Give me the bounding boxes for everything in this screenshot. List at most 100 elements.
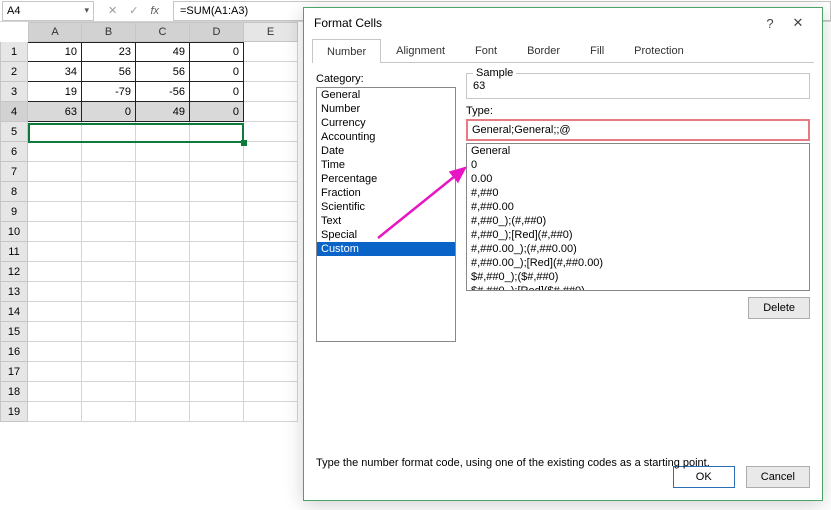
- cell-D10[interactable]: [190, 222, 244, 242]
- cell-C3[interactable]: -56: [136, 82, 190, 102]
- row-header-16[interactable]: 16: [0, 342, 28, 362]
- category-item-currency[interactable]: Currency: [317, 116, 455, 130]
- format-code-item[interactable]: 0.00: [467, 172, 809, 186]
- cell-E7[interactable]: [244, 162, 298, 182]
- cell-E3[interactable]: [244, 82, 298, 102]
- cell-A8[interactable]: [28, 182, 82, 202]
- cell-D11[interactable]: [190, 242, 244, 262]
- cell-D12[interactable]: [190, 262, 244, 282]
- name-box[interactable]: A4 ▾: [2, 1, 94, 21]
- cell-A7[interactable]: [28, 162, 82, 182]
- cell-B1[interactable]: 23: [82, 42, 136, 62]
- row-header-4[interactable]: 4: [0, 102, 28, 122]
- cell-C10[interactable]: [136, 222, 190, 242]
- cell-B8[interactable]: [82, 182, 136, 202]
- cell-D14[interactable]: [190, 302, 244, 322]
- category-item-percentage[interactable]: Percentage: [317, 172, 455, 186]
- cell-A17[interactable]: [28, 362, 82, 382]
- cell-C13[interactable]: [136, 282, 190, 302]
- format-code-item[interactable]: #,##0.00: [467, 200, 809, 214]
- column-header-B[interactable]: B: [82, 22, 136, 42]
- cell-D13[interactable]: [190, 282, 244, 302]
- delete-button[interactable]: Delete: [748, 297, 810, 319]
- row-header-5[interactable]: 5: [0, 122, 28, 142]
- cell-E19[interactable]: [244, 402, 298, 422]
- tab-protection[interactable]: Protection: [619, 38, 699, 62]
- row-header-2[interactable]: 2: [0, 62, 28, 82]
- cell-B6[interactable]: [82, 142, 136, 162]
- cell-E13[interactable]: [244, 282, 298, 302]
- tab-alignment[interactable]: Alignment: [381, 38, 460, 62]
- row-header-1[interactable]: 1: [0, 42, 28, 62]
- row-header-14[interactable]: 14: [0, 302, 28, 322]
- format-code-item[interactable]: #,##0.00_);[Red](#,##0.00): [467, 256, 809, 270]
- cell-A12[interactable]: [28, 262, 82, 282]
- cell-C1[interactable]: 49: [136, 42, 190, 62]
- cell-E8[interactable]: [244, 182, 298, 202]
- cell-C4[interactable]: 49: [136, 102, 190, 122]
- cell-D15[interactable]: [190, 322, 244, 342]
- cell-D8[interactable]: [190, 182, 244, 202]
- row-header-6[interactable]: 6: [0, 142, 28, 162]
- row-header-18[interactable]: 18: [0, 382, 28, 402]
- cell-C17[interactable]: [136, 362, 190, 382]
- cell-B7[interactable]: [82, 162, 136, 182]
- cell-C14[interactable]: [136, 302, 190, 322]
- cell-A13[interactable]: [28, 282, 82, 302]
- cell-D19[interactable]: [190, 402, 244, 422]
- cell-B2[interactable]: 56: [82, 62, 136, 82]
- cell-D7[interactable]: [190, 162, 244, 182]
- type-input[interactable]: [466, 119, 810, 141]
- cell-A6[interactable]: [28, 142, 82, 162]
- format-code-listbox[interactable]: General00.00#,##0#,##0.00#,##0_);(#,##0)…: [466, 143, 810, 291]
- accept-formula-icon[interactable]: ✓: [129, 4, 138, 17]
- cell-A4[interactable]: 63: [28, 102, 82, 122]
- column-header-A[interactable]: A: [28, 22, 82, 42]
- format-code-item[interactable]: $#,##0_);($#,##0): [467, 270, 809, 284]
- cell-C18[interactable]: [136, 382, 190, 402]
- category-listbox[interactable]: GeneralNumberCurrencyAccountingDateTimeP…: [316, 87, 456, 342]
- tab-number[interactable]: Number: [312, 39, 381, 63]
- tab-font[interactable]: Font: [460, 38, 512, 62]
- cell-E16[interactable]: [244, 342, 298, 362]
- cell-B3[interactable]: -79: [82, 82, 136, 102]
- cell-A15[interactable]: [28, 322, 82, 342]
- category-item-text[interactable]: Text: [317, 214, 455, 228]
- fx-icon[interactable]: fx: [150, 5, 159, 17]
- category-item-time[interactable]: Time: [317, 158, 455, 172]
- cell-A16[interactable]: [28, 342, 82, 362]
- category-item-accounting[interactable]: Accounting: [317, 130, 455, 144]
- category-item-fraction[interactable]: Fraction: [317, 186, 455, 200]
- column-header-C[interactable]: C: [136, 22, 190, 42]
- cell-D17[interactable]: [190, 362, 244, 382]
- cell-C2[interactable]: 56: [136, 62, 190, 82]
- cell-B17[interactable]: [82, 362, 136, 382]
- format-code-item[interactable]: #,##0_);[Red](#,##0): [467, 228, 809, 242]
- row-header-7[interactable]: 7: [0, 162, 28, 182]
- cell-D18[interactable]: [190, 382, 244, 402]
- cell-D1[interactable]: 0: [190, 42, 244, 62]
- cell-D5[interactable]: [190, 122, 244, 142]
- cell-E9[interactable]: [244, 202, 298, 222]
- cell-B11[interactable]: [82, 242, 136, 262]
- category-item-number[interactable]: Number: [317, 102, 455, 116]
- format-code-item[interactable]: $#,##0_);[Red]($#,##0): [467, 284, 809, 291]
- category-item-custom[interactable]: Custom: [317, 242, 455, 256]
- cell-D16[interactable]: [190, 342, 244, 362]
- cell-C5[interactable]: [136, 122, 190, 142]
- cell-D9[interactable]: [190, 202, 244, 222]
- cell-E14[interactable]: [244, 302, 298, 322]
- row-header-11[interactable]: 11: [0, 242, 28, 262]
- cell-C6[interactable]: [136, 142, 190, 162]
- cell-B19[interactable]: [82, 402, 136, 422]
- cell-B15[interactable]: [82, 322, 136, 342]
- format-code-item[interactable]: #,##0.00_);(#,##0.00): [467, 242, 809, 256]
- cancel-button[interactable]: Cancel: [746, 466, 810, 488]
- format-code-item[interactable]: General: [467, 144, 809, 158]
- cell-C8[interactable]: [136, 182, 190, 202]
- column-header-E[interactable]: E: [244, 22, 298, 42]
- cell-A3[interactable]: 19: [28, 82, 82, 102]
- cell-B4[interactable]: 0: [82, 102, 136, 122]
- cell-A10[interactable]: [28, 222, 82, 242]
- close-icon[interactable]: ✕: [784, 15, 812, 31]
